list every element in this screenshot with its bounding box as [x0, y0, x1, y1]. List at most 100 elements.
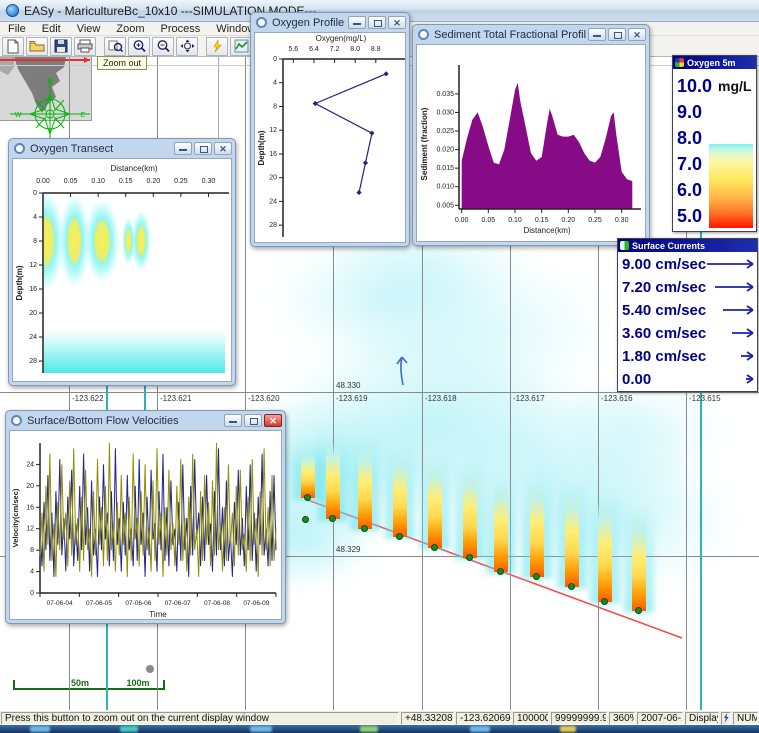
surface-currents-titlebar[interactable]: Surface Currents: [618, 239, 757, 252]
close-button[interactable]: ✕: [264, 414, 282, 427]
profile-chart: Oxygen(mg/L)5.66.47.28.08.80481216202428…: [255, 33, 407, 244]
pen-plume: [598, 502, 612, 602]
menu-zoom[interactable]: Zoom: [108, 23, 152, 35]
window-sediment-profile[interactable]: Sediment Total Fractional Profile ✕ 0.00…: [412, 24, 650, 246]
latitude-label: 48.329: [336, 545, 360, 554]
svg-text:0.025: 0.025: [436, 128, 454, 135]
current-arrow-icon: [705, 372, 755, 386]
maximize-button[interactable]: [368, 16, 386, 29]
pen-plume: [530, 483, 544, 577]
svg-text:0.030: 0.030: [436, 109, 454, 116]
surface-currents-title: Surface Currents: [632, 241, 705, 251]
menu-view[interactable]: View: [69, 23, 109, 35]
profile-title: Oxygen Profile: [272, 17, 346, 29]
window-icon: [11, 415, 22, 426]
menu-edit[interactable]: Edit: [34, 23, 69, 35]
window-oxygen-profile[interactable]: Oxygen Profile ✕ Oxygen(mg/L)5.66.47.28.…: [250, 12, 410, 247]
longitude-label: -123.617: [513, 394, 545, 403]
open-button[interactable]: [26, 37, 48, 56]
svg-text:16: 16: [29, 286, 37, 293]
minimize-button[interactable]: [588, 28, 606, 41]
svg-text:8: 8: [33, 238, 37, 245]
flow-chart: 0481216202407-06-0407-06-0507-06-0607-06…: [10, 431, 283, 621]
svg-text:0.035: 0.035: [436, 91, 454, 98]
open-folder-icon: [29, 39, 45, 53]
svg-text:0: 0: [273, 56, 277, 63]
oxygen-color-scale: [709, 144, 753, 228]
minimize-button[interactable]: [174, 142, 192, 155]
close-button[interactable]: ✕: [214, 142, 232, 155]
minimize-button[interactable]: [224, 414, 242, 427]
longitude-label: -123.621: [160, 394, 192, 403]
pan-button[interactable]: [176, 37, 198, 56]
close-button[interactable]: ✕: [628, 28, 646, 41]
window-icon: [418, 29, 429, 40]
zoom-in-button[interactable]: [128, 37, 150, 56]
svg-text:0.10: 0.10: [508, 217, 522, 224]
oxygen-scale-value: 5.0: [677, 206, 702, 227]
svg-text:0.20: 0.20: [146, 178, 160, 185]
minimize-button[interactable]: [348, 16, 366, 29]
window-flow-velocities[interactable]: Surface/Bottom Flow Velocities ✕ 0481216…: [5, 410, 286, 624]
fish-pen-marker: [302, 516, 309, 523]
svg-text:12: 12: [269, 127, 277, 134]
oxygen-unit-label: mg/L: [718, 78, 751, 94]
menu-process[interactable]: Process: [152, 23, 208, 35]
current-speed-label: 0.00: [622, 371, 651, 388]
close-button[interactable]: ✕: [388, 16, 406, 29]
svg-text:4: 4: [273, 80, 277, 87]
svg-text:0.30: 0.30: [615, 217, 629, 224]
status-latitude: +48.332080: [401, 712, 454, 725]
svg-text:0.05: 0.05: [482, 217, 496, 224]
pan-icon: [180, 39, 195, 53]
status-display-mode: Display: [685, 712, 719, 725]
profile-titlebar[interactable]: Oxygen Profile ✕: [251, 13, 409, 32]
svg-text:6.4: 6.4: [309, 46, 319, 53]
window-oxygen-transect[interactable]: Oxygen Transect ✕ Distance(km)0.000.050.…: [8, 138, 236, 386]
svg-text:8.8: 8.8: [371, 46, 381, 53]
svg-text:16: 16: [269, 151, 277, 158]
svg-text:0.05: 0.05: [64, 178, 78, 185]
current-speed-label: 9.00 cm/sec: [622, 256, 706, 273]
oxygen-5m-legend[interactable]: Oxygen 5m mg/L 10.09.08.07.06.05.0: [672, 55, 757, 232]
maximize-button[interactable]: [608, 28, 626, 41]
svg-text:8.0: 8.0: [350, 46, 360, 53]
status-scale: 100000: [513, 712, 549, 725]
svg-text:100m: 100m: [126, 678, 149, 688]
zoom-out-button[interactable]: [152, 37, 174, 56]
transect-titlebar[interactable]: Oxygen Transect ✕: [9, 139, 235, 158]
windows-taskbar[interactable]: [0, 725, 759, 733]
oxygen-scale-value: 9.0: [677, 102, 702, 123]
menu-file[interactable]: File: [0, 23, 34, 35]
plot-button[interactable]: [230, 37, 252, 56]
surface-currents-legend[interactable]: Surface Currents 9.00 cm/sec7.20 cm/sec5…: [617, 238, 758, 392]
print-icon: [77, 39, 93, 53]
pen-plume: [632, 516, 646, 611]
flow-titlebar[interactable]: Surface/Bottom Flow Velocities ✕: [6, 411, 285, 430]
maximize-button[interactable]: [244, 414, 262, 427]
new-button[interactable]: [2, 37, 24, 56]
svg-text:12: 12: [26, 526, 34, 533]
zoom-in-icon: [132, 39, 147, 53]
oxygen-5m-titlebar[interactable]: Oxygen 5m: [673, 56, 756, 69]
svg-text:0.30: 0.30: [202, 178, 216, 185]
svg-text:0.20: 0.20: [562, 217, 576, 224]
map-pane-border: [218, 57, 219, 140]
status-run-indicator: [721, 712, 731, 725]
svg-text:24: 24: [26, 461, 34, 468]
svg-text:8: 8: [273, 103, 277, 110]
pen-plume: [565, 491, 579, 587]
save-button[interactable]: [50, 37, 72, 56]
print-button[interactable]: [74, 37, 96, 56]
zoom-out-tooltip: Zoom out: [97, 56, 147, 70]
map-teal-line: [144, 383, 146, 413]
svg-text:0.010: 0.010: [436, 184, 454, 191]
legend-icon: [675, 58, 684, 67]
maximize-button[interactable]: [194, 142, 212, 155]
svg-text:12: 12: [29, 262, 37, 269]
status-bar: Press this button to zoom out on the cur…: [0, 710, 759, 725]
status-date: 2007-06-10: [637, 712, 683, 725]
pause-button[interactable]: [206, 37, 228, 56]
zoom-window-button[interactable]: [104, 37, 126, 56]
sediment-titlebar[interactable]: Sediment Total Fractional Profile ✕: [413, 25, 649, 44]
